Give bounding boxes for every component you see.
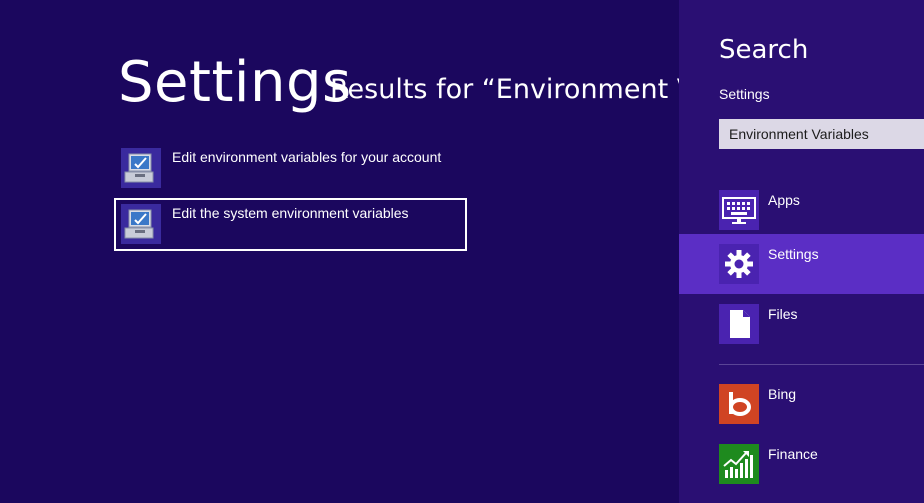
- category-files[interactable]: Files: [679, 294, 924, 354]
- document-icon: [719, 304, 759, 344]
- system-properties-icon: [121, 148, 161, 188]
- category-label: Apps: [768, 192, 800, 208]
- category-label: Files: [768, 306, 798, 322]
- gear-icon: [719, 244, 759, 284]
- category-settings[interactable]: Settings: [679, 234, 924, 294]
- bing-icon: [719, 384, 759, 424]
- category-finance[interactable]: Finance: [679, 434, 924, 494]
- result-label: Edit the system environment variables: [172, 205, 409, 221]
- result-edit-account-env-vars[interactable]: Edit environment variables for your acco…: [114, 142, 467, 195]
- category-divider: [719, 364, 924, 365]
- search-scope-label: Settings: [719, 86, 770, 102]
- keyboard-icon: [719, 190, 759, 230]
- result-edit-system-env-vars[interactable]: Edit the system environment variables: [114, 198, 467, 251]
- search-input[interactable]: Environment Variables: [719, 119, 924, 149]
- category-label: Bing: [768, 386, 797, 402]
- category-apps[interactable]: Apps: [679, 180, 924, 240]
- page-title: Settings: [118, 50, 352, 115]
- category-bing[interactable]: Bing: [679, 374, 924, 434]
- system-properties-icon: [121, 204, 161, 244]
- finance-chart-icon: [719, 444, 759, 484]
- search-pane: Search Settings Environment Variables Ap…: [679, 0, 924, 503]
- category-label: Finance: [768, 446, 818, 462]
- category-label: Settings: [768, 246, 819, 262]
- results-area: Settings Results for “Environment Variab…: [0, 0, 679, 503]
- result-label: Edit environment variables for your acco…: [172, 149, 442, 165]
- results-for-heading: Results for “Environment Variables”: [330, 74, 679, 105]
- search-pane-title: Search: [719, 35, 809, 65]
